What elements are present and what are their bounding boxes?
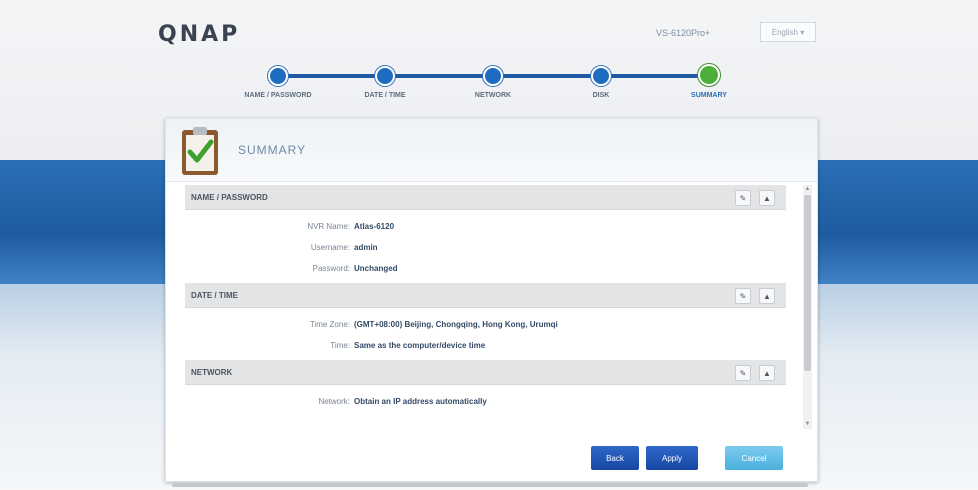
scroll-thumb[interactable] [804, 195, 811, 371]
step-label: NETWORK [474, 92, 512, 99]
collapse-icon[interactable]: ▲ [759, 365, 775, 381]
step-date-time: DATE / TIME [335, 66, 435, 100]
summary-row: Password: Unchanged [185, 258, 786, 279]
edit-icon[interactable]: ✎ [735, 365, 751, 381]
qnap-logo: QNAP [158, 22, 241, 47]
row-value: Atlas-6120 [354, 222, 395, 231]
edit-icon[interactable]: ✎ [735, 288, 751, 304]
language-select[interactable]: English ▾ [760, 22, 816, 42]
dialog-shadow-line [172, 483, 808, 487]
row-value: (GMT+08:00) Beijing, Chongqing, Hong Kon… [354, 320, 558, 329]
section-header-name-password: NAME / PASSWORD ✎ ▲ [185, 185, 786, 210]
row-value: Obtain an IP address automatically [354, 397, 487, 406]
summary-row: Time Zone: (GMT+08:00) Beijing, Chongqin… [185, 314, 786, 335]
section-title: NAME / PASSWORD [191, 193, 268, 202]
step-dot-active [698, 64, 720, 86]
section-rows: Time Zone: (GMT+08:00) Beijing, Chongqin… [185, 308, 786, 360]
step-dot [375, 66, 395, 86]
step-label: DATE / TIME [364, 92, 406, 99]
apply-button[interactable]: Apply [646, 446, 698, 470]
summary-row: NVR Name: Atlas-6120 [185, 216, 786, 237]
vertical-scrollbar[interactable]: ▲ ▼ [803, 185, 812, 429]
scroll-up-icon[interactable]: ▲ [804, 186, 811, 193]
section-rows: NVR Name: Atlas-6120 Username: admin Pas… [185, 210, 786, 283]
row-label: Password: [312, 264, 350, 273]
step-disk: DISK [551, 66, 651, 100]
step-network: NETWORK [443, 66, 543, 100]
step-summary: SUMMARY [659, 64, 759, 100]
scroll-down-icon[interactable]: ▼ [804, 421, 811, 428]
step-name-password: NAME / PASSWORD [228, 66, 328, 100]
dialog-title: SUMMARY [238, 143, 307, 157]
step-dot [483, 66, 503, 86]
step-label: DISK [592, 92, 610, 99]
summary-row: Network: Obtain an IP address automatica… [185, 391, 786, 412]
summary-row: Time: Same as the computer/device time [185, 335, 786, 356]
edit-icon[interactable]: ✎ [735, 190, 751, 206]
step-dot [591, 66, 611, 86]
summary-row: Username: admin [185, 237, 786, 258]
section-header-network: NETWORK ✎ ▲ [185, 360, 786, 385]
cancel-button[interactable]: Cancel [725, 446, 783, 470]
clipboard-check-icon [182, 127, 218, 175]
device-model: VS-6120Pro+ [656, 28, 711, 38]
section-title: NETWORK [191, 368, 233, 377]
row-value: Same as the computer/device time [354, 341, 486, 350]
summary-dialog: SUMMARY NAME / PASSWORD ✎ ▲ NVR Name: At… [165, 118, 818, 482]
collapse-icon[interactable]: ▲ [759, 288, 775, 304]
row-label: NVR Name: [307, 222, 350, 231]
section-header-date-time: DATE / TIME ✎ ▲ [185, 283, 786, 308]
step-label: NAME / PASSWORD [244, 92, 312, 99]
step-label: SUMMARY [691, 92, 727, 99]
back-button[interactable]: Back [591, 446, 639, 470]
row-label: Time Zone: [309, 320, 350, 329]
row-value: Unchanged [354, 264, 398, 273]
step-dot [268, 66, 288, 86]
row-label: Time: [330, 341, 350, 350]
section-title: DATE / TIME [191, 291, 238, 300]
section-rows: Network: Obtain an IP address automatica… [185, 385, 786, 416]
collapse-icon[interactable]: ▲ [759, 190, 775, 206]
row-label: Network: [318, 397, 350, 406]
row-value: admin [354, 243, 378, 252]
row-label: Username: [310, 243, 350, 252]
summary-scroll-area[interactable]: NAME / PASSWORD ✎ ▲ NVR Name: Atlas-6120… [185, 185, 786, 433]
dialog-header: SUMMARY [166, 119, 817, 182]
